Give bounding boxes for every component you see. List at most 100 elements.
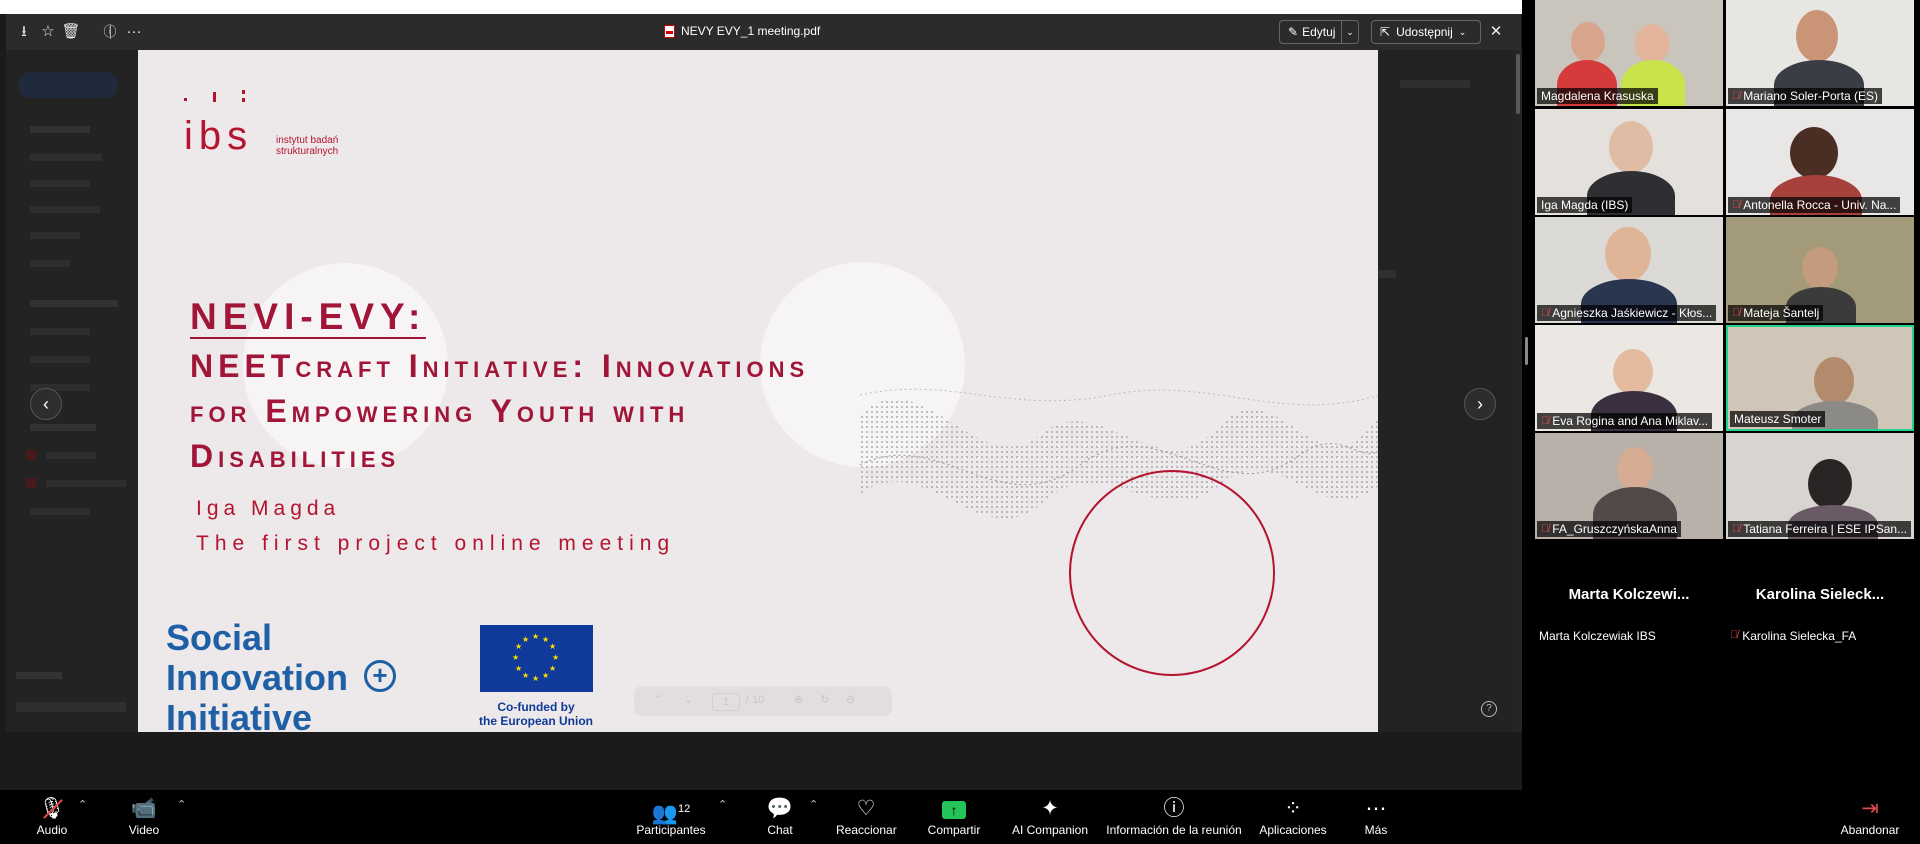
participant-name: Mateusz Smoter [1730, 411, 1826, 427]
edit-button[interactable]: ✎ Edytuj ⌄ [1279, 20, 1359, 44]
mic-off-icon: 🎙̸ [1541, 523, 1550, 535]
participant-name: 🎙̸ FA_GruszczyńskaAnna [1537, 521, 1681, 537]
close-icon[interactable]: ✕ [1486, 22, 1506, 42]
share-screen-icon: ↑ [926, 796, 982, 822]
red-circle-decor [1069, 470, 1275, 676]
mic-off-icon: 🎙̸ [1541, 307, 1550, 319]
participant-tile[interactable]: 🎙̸ Antonella Rocca - Univ. Na... [1726, 109, 1914, 215]
page-navigation-bar: ⌃ ⌄ 1 / 10 ⊕ ↻ ⊖ [634, 686, 892, 716]
audio-button[interactable]: 🎙 Audio [32, 796, 72, 837]
share-icon: ⇱ [1380, 25, 1391, 39]
share-label: Udostępnij [1396, 25, 1453, 39]
chevron-down-icon[interactable]: ⌄ [684, 693, 693, 706]
chevron-down-icon: ⌄ [1458, 26, 1467, 37]
participants-button[interactable]: 👥12 Participantes [634, 796, 708, 837]
video-options-caret[interactable]: ⌃ [177, 798, 186, 811]
eu-flag: ★ ★ ★ ★ ★ ★ ★ ★ ★ ★ ★ ★ [480, 625, 593, 692]
chat-button[interactable]: 💬 Chat [764, 796, 796, 837]
participants-options-caret[interactable]: ⌃ [718, 798, 727, 811]
participant-tile[interactable]: Iga Magda (IBS) [1535, 109, 1723, 215]
video-button[interactable]: 📹 Video [124, 796, 164, 837]
scrollbar[interactable] [1514, 50, 1522, 732]
slide-author: Iga Magda [196, 497, 341, 520]
pdf-file-icon [664, 24, 675, 38]
participant-tile-active-speaker[interactable]: Mateusz Smoter [1726, 325, 1914, 431]
pencil-icon: ✎ [1288, 25, 1299, 39]
participant-tile[interactable]: 🎙̸ Eva Rogina and Ana Miklav... [1535, 325, 1723, 431]
toolbar-divider [110, 25, 111, 39]
help-icon[interactable]: ? [1481, 701, 1497, 717]
trash-icon[interactable]: 🗑 [61, 22, 81, 42]
participant-name: 🎙̸ Mariano Soler-Porta (ES) [1728, 88, 1882, 104]
participant-name: 🎙̸ Mateja Šantelj [1728, 305, 1824, 321]
mic-off-icon: 🎙̸ [1732, 523, 1741, 535]
heart-icon: ♡ [856, 797, 876, 820]
share-button[interactable]: ⇱ Udostępnij ⌄ [1371, 20, 1481, 44]
participant-name: 🎙̸ Karolina Sielecka_FA [1730, 629, 1857, 643]
participant-name: Magdalena Krasuska [1537, 88, 1658, 104]
more-icon[interactable]: ··· [124, 22, 144, 42]
participant-name: Iga Magda (IBS) [1537, 197, 1633, 213]
participant-name: 🎙̸ Eva Rogina and Ana Miklav... [1537, 413, 1713, 429]
participant-name: 🎙̸ Tatiana Ferreira | ESE IPSan... [1728, 521, 1912, 537]
scrollbar-thumb[interactable] [1516, 54, 1520, 114]
share-screen-button[interactable]: ↑ Compartir [926, 796, 982, 837]
chevron-up-icon[interactable]: ⌃ [654, 693, 663, 706]
meeting-info-button[interactable]: ⓘ Información de la reunión [1104, 796, 1244, 837]
video-off-display-name: Karolina Sieleck... [1755, 586, 1885, 603]
presentation-slide: ibs instytut badań strukturalnych NEVI-E… [138, 50, 1378, 732]
page-number-input[interactable]: 1 [712, 693, 740, 711]
video-off-display-name: Marta Kolczewi... [1568, 586, 1690, 603]
rotate-icon[interactable]: ↻ [820, 693, 829, 706]
apps-button[interactable]: ⁘ Aplicaciones [1256, 796, 1330, 837]
slide-subtitle-line-2: for Empowering Youth with [190, 393, 690, 429]
info-circle-icon: ⓘ [1163, 797, 1185, 820]
zoom-in-icon[interactable]: ⊕ [794, 693, 803, 706]
participant-name: 🎙̸ Agnieszka Jaśkiewicz - Kłos... [1537, 305, 1717, 321]
ibs-institute-name: instytut badań strukturalnych [276, 135, 339, 157]
slide-subtitle-line-3: Disabilities [190, 438, 401, 474]
shared-screen: ⭳ ☆ 🗑 ⓘ ··· NEVY EVY_1 meeting.pdf ✎ Edy… [0, 0, 1522, 790]
star-icon[interactable]: ☆ [38, 22, 58, 42]
edit-label: Edytuj [1302, 25, 1336, 39]
participant-tile[interactable]: 🎙̸ Mateja Šantelj [1726, 217, 1914, 323]
blurred-details-panel [1378, 50, 1515, 732]
participant-tile[interactable]: 🎙̸ Agnieszka Jaśkiewicz - Kłos... [1535, 217, 1723, 323]
slide-meeting-line: The first project online meeting [196, 532, 676, 555]
document-title-text: NEVY EVY_1 meeting.pdf [681, 24, 821, 38]
ai-companion-button[interactable]: ✦ AI Companion [1010, 796, 1090, 837]
participants-count: 12 [677, 803, 691, 815]
panel-resize-handle[interactable] [1525, 337, 1528, 365]
react-button[interactable]: ♡ Reaccionar [836, 796, 897, 837]
ibs-logo-text: ibs [184, 114, 254, 158]
eu-cofunded-text: Co-funded by the European Union [479, 700, 593, 728]
mic-off-icon: 🎙̸ [1730, 629, 1739, 641]
camera-icon: 📹 [130, 797, 158, 820]
chat-options-caret[interactable]: ⌃ [809, 798, 818, 811]
participant-name: Marta Kolczewiak IBS [1539, 629, 1656, 643]
leave-button[interactable]: ⇥ Abandonar [1838, 796, 1902, 837]
participant-gallery: Magdalena Krasuska 🎙̸ Mariano Soler-Port… [1535, 0, 1920, 650]
document-title: NEVY EVY_1 meeting.pdf [664, 24, 820, 38]
participant-tile[interactable]: 🎙̸ Mariano Soler-Porta (ES) [1726, 0, 1914, 106]
more-button[interactable]: ⋯ Más [1362, 796, 1390, 837]
chat-icon: 💬 [766, 797, 794, 820]
plus-icon: + [364, 660, 396, 692]
ellipsis-icon: ⋯ [1365, 797, 1387, 820]
mic-off-icon: 🎙̸ [1541, 415, 1550, 427]
zoom-out-icon[interactable]: ⊖ [846, 693, 855, 706]
chevron-down-icon[interactable]: ⌄ [1341, 21, 1358, 43]
mic-off-icon: 🎙 [32, 796, 72, 822]
participant-tile[interactable]: 🎙̸ FA_GruszczyńskaAnna [1535, 433, 1723, 539]
participant-tile[interactable]: Magdalena Krasuska [1535, 0, 1723, 106]
page-total: / 10 [746, 694, 765, 706]
participant-name: 🎙̸ Antonella Rocca - Univ. Na... [1728, 197, 1901, 213]
social-innovation-initiative-logo: Social Innovation Initiative [166, 617, 348, 733]
audio-options-caret[interactable]: ⌃ [78, 798, 87, 811]
previous-page-button[interactable]: ‹ [30, 388, 62, 420]
leave-icon: ⇥ [1861, 797, 1879, 820]
next-page-button[interactable]: › [1464, 388, 1496, 420]
sparkle-icon: ✦ [1041, 797, 1059, 820]
download-icon[interactable]: ⭳ [14, 22, 34, 42]
participant-tile[interactable]: 🎙̸ Tatiana Ferreira | ESE IPSan... [1726, 433, 1914, 539]
